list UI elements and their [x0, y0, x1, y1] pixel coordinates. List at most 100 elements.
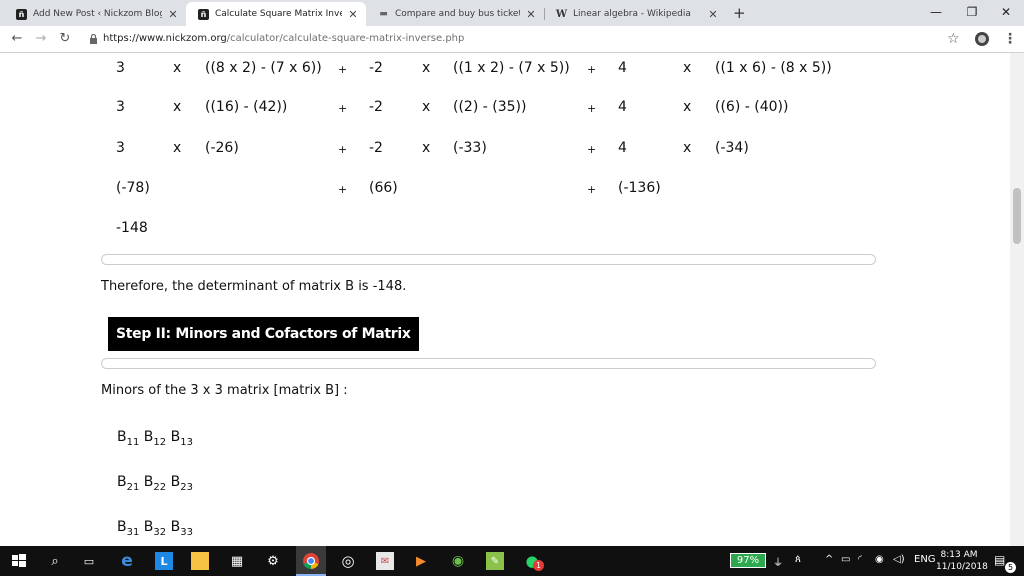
- app-l-icon[interactable]: L: [155, 552, 173, 570]
- calc-operator: +: [587, 102, 597, 115]
- tab-title: Linear algebra - Wikipedia: [573, 9, 691, 19]
- calc-cell: ((8 x 2) - (7 x 6)): [205, 60, 322, 76]
- address-bar[interactable]: https://www.nickzom.org/calculator/calcu…: [103, 33, 464, 44]
- section-divider: [101, 254, 876, 265]
- chevron-up-icon[interactable]: ^: [825, 554, 833, 565]
- calc-cell: x: [683, 99, 692, 115]
- calculator-icon[interactable]: ▦: [228, 552, 246, 570]
- search-icon[interactable]: ⌕: [46, 552, 64, 570]
- close-icon[interactable]: ✕: [346, 8, 360, 21]
- calc-operator: +: [338, 143, 348, 156]
- android-tray-icon[interactable]: ◉: [875, 554, 884, 565]
- notepad-icon[interactable]: ✎: [486, 552, 504, 570]
- calc-operator: +: [338, 102, 348, 115]
- lock-icon: [90, 34, 97, 44]
- menu-kebab-icon[interactable]: ⋮: [1003, 31, 1017, 47]
- volume-icon[interactable]: ◁): [893, 554, 905, 565]
- calc-cell: -2: [369, 60, 383, 76]
- calc-cell: -2: [369, 99, 383, 115]
- calc-cell: 3: [116, 140, 125, 156]
- calc-operator: +: [587, 63, 597, 76]
- close-icon[interactable]: ✕: [706, 8, 720, 21]
- calc-cell: (-136): [618, 180, 661, 196]
- calc-cell: x: [683, 60, 692, 76]
- calc-cell: x: [683, 140, 692, 156]
- forward-arrow-icon[interactable]: →: [32, 31, 50, 46]
- extension-icon[interactable]: [975, 32, 989, 46]
- wikipedia-icon: W: [555, 8, 568, 20]
- edge-browser-icon[interactable]: e: [118, 551, 136, 571]
- calc-cell: ((1 x 2) - (7 x 5)): [453, 60, 570, 76]
- calc-operator: +: [587, 143, 597, 156]
- browser-toolbar: ← → ↻ https://www.nickzom.org/calculator…: [0, 26, 1024, 53]
- close-icon[interactable]: ✕: [166, 8, 180, 21]
- calc-cell: x: [422, 60, 431, 76]
- calc-cell: 4: [618, 60, 627, 76]
- bookmark-star-icon[interactable]: ☆: [947, 31, 960, 47]
- clock-date: 11/10/2018: [936, 562, 988, 572]
- media-player-icon[interactable]: ▶: [412, 552, 430, 570]
- calc-cell: (-78): [116, 180, 150, 196]
- calc-cell: x: [173, 60, 182, 76]
- chrome-icon[interactable]: [302, 552, 320, 570]
- restore-button[interactable]: ❐: [954, 2, 990, 22]
- calc-cell: ((1 x 6) - (8 x 5)): [715, 60, 832, 76]
- tab-title: Add New Post ‹ Nickzom Blog —: [33, 9, 162, 19]
- reload-icon[interactable]: ↻: [56, 31, 74, 46]
- nickzom-logo-icon: ñ: [16, 8, 27, 20]
- calc-cell: x: [173, 140, 182, 156]
- determinant-conclusion: Therefore, the determinant of matrix B i…: [101, 279, 407, 294]
- calc-cell: ((2) - (35)): [453, 99, 527, 115]
- url-host: https://www.nickzom.org: [103, 33, 227, 44]
- android-icon[interactable]: ◉: [449, 552, 467, 570]
- calc-cell: (-26): [205, 140, 239, 156]
- taskbar: ⌕ ▭ e L ▦ ⚙ ◎ ✉ ▶ ◉ ✎ ● 1 97% ⏚ ጰ ^ ▭ ◜ …: [0, 546, 1024, 576]
- action-center-icon[interactable]: ▤: [994, 553, 1005, 567]
- clock-time: 8:13 AM: [940, 550, 978, 560]
- language-indicator[interactable]: ENG: [914, 554, 936, 565]
- people-icon[interactable]: ጰ: [795, 554, 801, 565]
- battery-tray-icon[interactable]: ▭: [841, 554, 850, 565]
- task-view-icon[interactable]: ▭: [80, 552, 98, 570]
- scrollbar-thumb[interactable]: [1013, 188, 1021, 244]
- calc-cell: 3: [116, 60, 125, 76]
- settings-gear-icon[interactable]: ⚙: [264, 552, 282, 570]
- nickzom-logo-icon: ñ: [198, 8, 209, 20]
- calc-cell: ((16) - (42)): [205, 99, 288, 115]
- vertical-scrollbar[interactable]: [1010, 53, 1024, 546]
- calc-cell: x: [173, 99, 182, 115]
- target-app-icon[interactable]: ◎: [339, 552, 357, 570]
- wifi-icon[interactable]: ◜: [858, 554, 862, 565]
- minors-row-1: B11 B12 B13: [117, 429, 193, 448]
- mail-icon[interactable]: ✉: [376, 552, 394, 570]
- minimize-button[interactable]: —: [918, 2, 954, 22]
- new-tab-button[interactable]: +: [733, 4, 746, 22]
- notification-badge: 1: [533, 560, 544, 571]
- minors-row-3: B31 B32 B33: [117, 519, 193, 538]
- tab-add-new-post[interactable]: ñ Add New Post ‹ Nickzom Blog — ✕: [4, 2, 186, 26]
- close-icon[interactable]: ✕: [524, 8, 538, 21]
- windows-start-icon[interactable]: [10, 552, 28, 570]
- tab-linear-algebra-wikipedia[interactable]: W Linear algebra - Wikipedia ✕: [544, 2, 726, 26]
- calc-cell: ((6) - (40)): [715, 99, 789, 115]
- tab-strip: ñ Add New Post ‹ Nickzom Blog — ✕ ñ Calc…: [0, 0, 1024, 26]
- calc-cell: 3: [116, 99, 125, 115]
- calc-cell: -2: [369, 140, 383, 156]
- battery-indicator[interactable]: 97%: [730, 553, 766, 568]
- back-arrow-icon[interactable]: ←: [8, 31, 26, 46]
- tab-calculate-square-matrix-inverse[interactable]: ñ Calculate Square Matrix Inverse ✕: [186, 2, 366, 26]
- step-heading: Step II: Minors and Cofactors of Matrix …: [108, 317, 419, 376]
- calc-cell: x: [422, 140, 431, 156]
- tab-bus-tickets[interactable]: ▬ Compare and buy bus tickets onl ✕: [366, 2, 544, 26]
- calc-cell: 4: [618, 140, 627, 156]
- calc-cell: (-34): [715, 140, 749, 156]
- window-close-button[interactable]: ✕: [988, 2, 1024, 22]
- notification-count: 5: [1005, 562, 1016, 573]
- calc-result: -148: [116, 220, 148, 236]
- calc-cell: (66): [369, 180, 398, 196]
- file-explorer-icon[interactable]: [191, 552, 209, 570]
- page-content: 3 x ((8 x 2) - (7 x 6)) + -2 x ((1 x 2) …: [0, 53, 1010, 546]
- tab-title: Compare and buy bus tickets onl: [395, 9, 520, 19]
- system-clock[interactable]: 8:13 AM 11/10/2018: [936, 549, 988, 573]
- section-divider: [101, 358, 876, 369]
